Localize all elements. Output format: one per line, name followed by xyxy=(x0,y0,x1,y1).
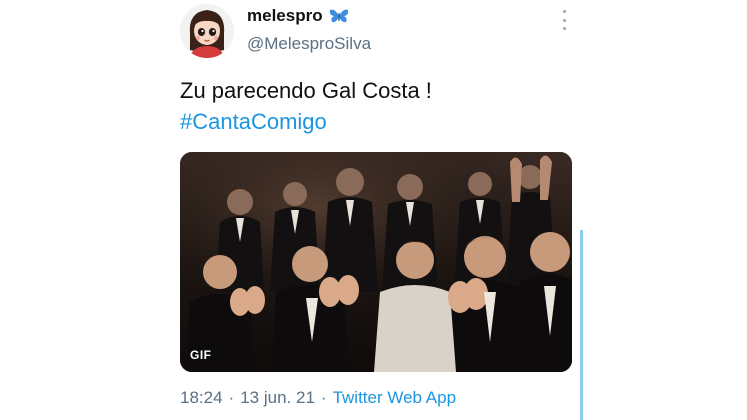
meta-separator: · xyxy=(320,388,327,407)
hashtag-link[interactable]: #CantaComigo xyxy=(180,106,600,137)
thread-line xyxy=(580,230,583,420)
meta-separator: · xyxy=(228,388,235,407)
tweet-card: melespro @MelesproSilva Zu parecendo Gal… xyxy=(0,0,747,420)
tweet-date[interactable]: 13 jun. 21 xyxy=(240,388,315,408)
author-handle[interactable]: @MelesproSilva xyxy=(247,34,371,54)
avatar[interactable] xyxy=(180,4,234,58)
tweet-time[interactable]: 18:24 xyxy=(180,388,223,408)
gif-media[interactable]: GIF xyxy=(180,152,572,372)
gif-badge: GIF xyxy=(190,348,212,362)
tweet-text: Zu parecendo Gal Costa ! #CantaComigo xyxy=(180,75,600,137)
tweet-body: Zu parecendo Gal Costa ! xyxy=(180,78,432,103)
tweet-source-link[interactable]: Twitter Web App xyxy=(333,388,456,408)
author-display-name-row[interactable]: melespro xyxy=(247,6,349,26)
tweet-metadata: 18:24 · 13 jun. 21 · Twitter Web App xyxy=(180,388,456,408)
audience-applauding-image xyxy=(180,152,572,372)
author-display-name[interactable]: melespro xyxy=(247,6,323,26)
more-options-icon[interactable] xyxy=(559,10,569,30)
butterfly-icon xyxy=(329,9,348,23)
cartoon-girl-avatar-icon xyxy=(180,4,234,58)
